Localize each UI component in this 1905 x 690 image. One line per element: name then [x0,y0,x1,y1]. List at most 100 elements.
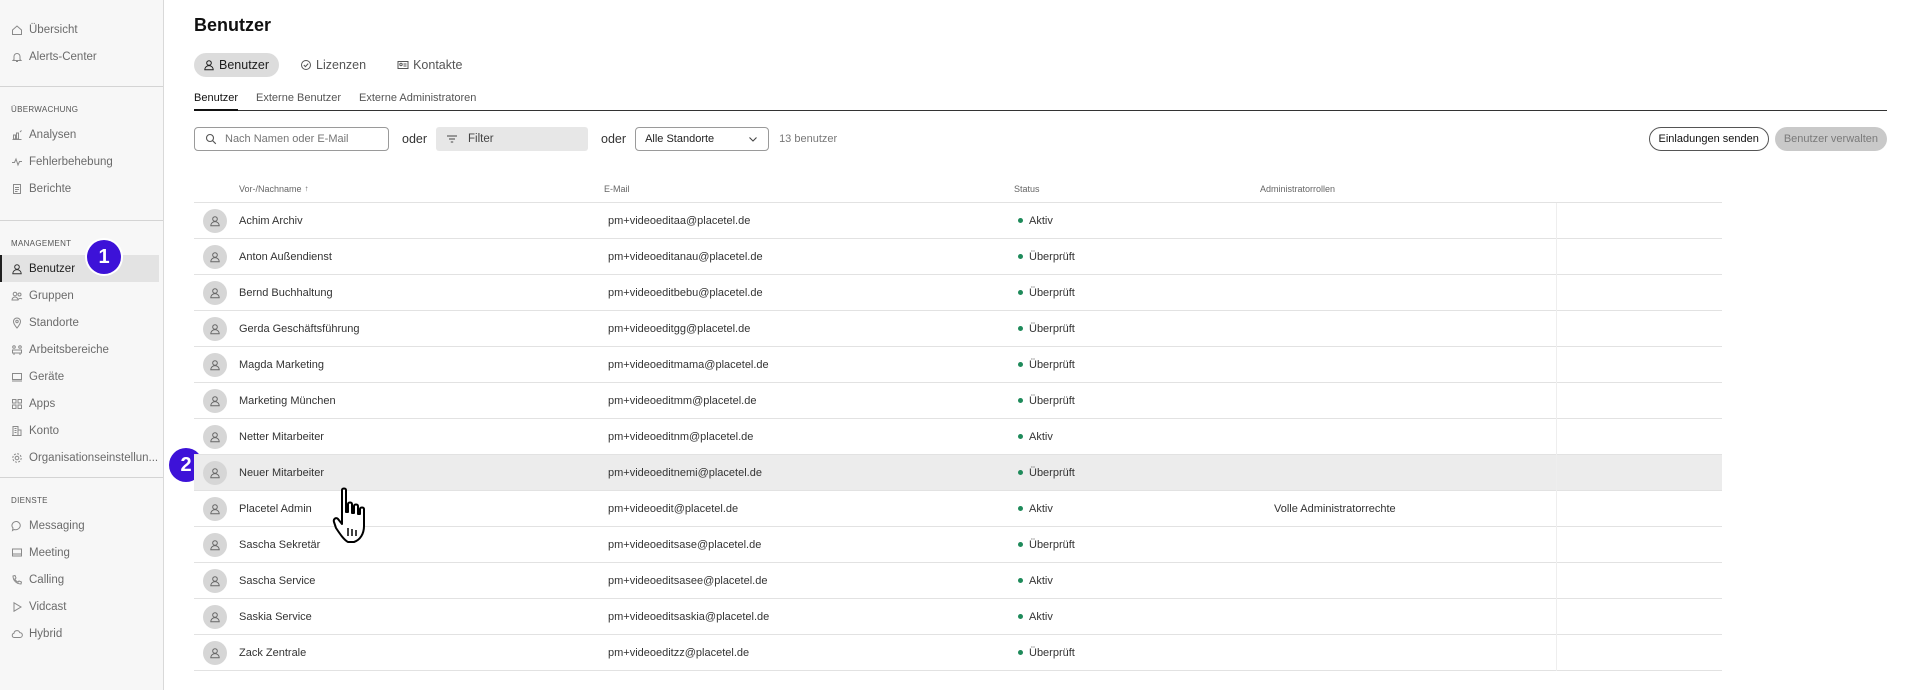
cell-name: Marketing München [194,388,604,413]
table-row[interactable]: Gerda Geschäftsführung pm+videoeditgg@pl… [194,310,1722,347]
search-input[interactable] [225,133,375,145]
sidebar-item-organisationseinstellungen[interactable]: Organisationseinstellun... [0,444,163,471]
user-icon [210,503,220,514]
cell-name: Neuer Mitarbeiter [194,460,604,485]
manage-users-button[interactable]: Benutzer verwalten [1774,127,1887,151]
avatar [203,424,227,449]
table-row[interactable]: Sascha Service pm+videoeditsasee@placete… [194,562,1722,599]
user-icon [210,395,220,406]
table-row[interactable]: Netter Mitarbeiter pm+videoeditnm@placet… [194,418,1722,455]
status-badge: Überprüft [1029,538,1075,551]
sub-tabs: Benutzer Externe Benutzer Externe Admini… [194,88,1887,111]
subtab-externe-benutzer[interactable]: Externe Benutzer [256,88,341,110]
status-dot [1018,326,1023,332]
avatar [203,316,227,341]
sidebar-item-label: Konto [29,424,60,437]
check-circle-icon [300,59,312,71]
sidebar-item-gruppen[interactable]: Gruppen [0,282,163,309]
tab-benutzer[interactable]: Benutzer [194,53,280,77]
sidebar-item-alerts-center[interactable]: Alerts-Center [0,43,163,70]
avatar [203,460,227,485]
subtab-externe-administratoren[interactable]: Externe Administratoren [359,88,476,110]
status-badge: Aktiv [1029,574,1053,587]
column-header-name[interactable]: Vor-/Nachname ↑ [194,184,604,194]
sidebar-item-vidcast[interactable]: Vidcast [0,593,163,620]
sidebar-item-konto[interactable]: Konto [0,417,163,444]
sort-ascending-icon: ↑ [304,184,309,193]
cell-name: Achim Archiv [194,208,604,233]
table-row[interactable]: Marketing München pm+videoeditmm@placete… [194,382,1722,419]
sidebar-item-analysen[interactable]: Analysen [0,121,163,148]
toolbar: oder Filter oder Alle Standorte 13 benut… [194,127,1887,151]
top-tabs: Benutzer Lizenzen Kontakte [194,53,1887,77]
column-header-status[interactable]: Status [1014,184,1260,194]
cell-email: pm+videoeditnm@placetel.de [608,430,754,443]
cell-status: Aktiv [1014,611,1260,623]
table-row[interactable]: Neuer Mitarbeiter pm+videoeditnemi@place… [194,454,1722,491]
cell-name: Bernd Buchhaltung [194,280,604,305]
cell-status: Aktiv [1014,215,1260,227]
table-header: Vor-/Nachname ↑ E-Mail Status Administra… [194,175,1722,203]
cell-email: pm+videoeditsase@placetel.de [608,538,762,551]
document-icon [11,183,23,195]
search-box[interactable] [194,127,389,151]
sidebar-item-apps[interactable]: Apps [0,390,163,417]
sidebar-item-label: Gruppen [29,289,74,302]
cell-name: Anton Außendienst [194,244,604,269]
row-trailing-cell [1556,346,1722,383]
sidebar-item-label: Berichte [29,182,72,195]
cell-email: pm+videoeditaa@placetel.de [608,214,751,227]
filter-button[interactable]: Filter [436,127,589,151]
user-name: Anton Außendienst [239,250,332,263]
column-header-email[interactable]: E-Mail [604,184,1014,194]
status-badge: Aktiv [1029,214,1053,227]
sidebar-item-meeting[interactable]: Meeting [0,539,163,566]
sidebar-item-label: Benutzer [29,262,76,275]
tab-lizenzen[interactable]: Lizenzen [291,53,376,77]
workspace-icon [11,344,23,356]
status-dot [1018,614,1023,620]
sidebar-item-standorte[interactable]: Standorte [0,309,163,336]
sidebar: Übersicht Alerts-Center ÜBERWACHUNG Anal… [0,0,164,690]
status-dot [1018,434,1023,440]
table-row[interactable]: Zack Zentrale pm+videoeditzz@placetel.de… [194,634,1722,671]
table-row[interactable]: Sascha Sekretär pm+videoeditsase@placete… [194,526,1722,563]
user-icon [210,575,220,586]
tab-label: Benutzer [219,58,270,72]
sidebar-item-arbeitsbereiche[interactable]: Arbeitsbereiche [0,336,163,363]
tab-kontakte[interactable]: Kontakte [388,53,472,77]
cell-status: Aktiv [1014,575,1260,587]
group-icon [11,290,23,302]
status-badge: Überprüft [1029,322,1075,335]
users-table: Vor-/Nachname ↑ E-Mail Status Administra… [194,175,1722,671]
sidebar-item-calling[interactable]: Calling [0,566,163,593]
table-row[interactable]: Bernd Buchhaltung pm+videoeditbebu@place… [194,274,1722,311]
cell-email: pm+videoeditgg@placetel.de [608,322,751,335]
sidebar-item-fehlerbehebung[interactable]: Fehlerbehebung [0,148,163,175]
table-row[interactable]: Magda Marketing pm+videoeditmama@placete… [194,346,1722,383]
sidebar-item-hybrid[interactable]: Hybrid [0,620,163,647]
table-row[interactable]: Anton Außendienst pm+videoeditanau@place… [194,238,1722,275]
sidebar-divider [0,220,163,221]
cell-name: Placetel Admin [194,496,604,521]
table-row[interactable]: Saskia Service pm+videoeditsaskia@placet… [194,598,1722,635]
status-dot [1018,506,1023,512]
cell-email: pm+videoeditsasee@placetel.de [608,574,768,587]
sidebar-item-berichte[interactable]: Berichte [0,175,163,202]
sidebar-item-messaging[interactable]: Messaging [0,512,163,539]
sidebar-item-uebersicht[interactable]: Übersicht [0,16,163,43]
column-header-admin-roles[interactable]: Administratorrollen [1260,184,1722,194]
sidebar-item-benutzer[interactable]: Benutzer [0,255,159,282]
table-row[interactable]: Achim Archiv pm+videoeditaa@placetel.de … [194,202,1722,239]
table-row[interactable]: Placetel Admin pm+videoedit@placetel.de … [194,490,1722,527]
location-select[interactable]: Alle Standorte [635,127,770,151]
subtab-benutzer[interactable]: Benutzer [194,88,239,111]
sidebar-item-geraete[interactable]: Geräte [0,363,163,390]
cell-status: Überprüft [1014,539,1260,551]
avatar [203,568,227,593]
send-invitations-button[interactable]: Einladungen senden [1648,127,1769,151]
status-dot [1018,254,1023,260]
cell-email: pm+videoeditmama@placetel.de [608,358,769,371]
row-trailing-cell [1556,418,1722,455]
sidebar-item-label: Standorte [29,316,79,329]
